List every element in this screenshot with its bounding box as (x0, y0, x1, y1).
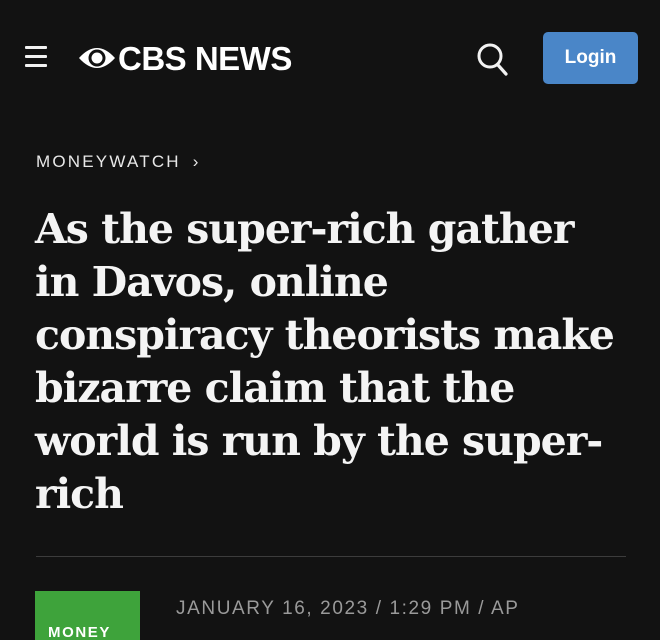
money-tag-label: MONEY (48, 624, 112, 640)
chevron-right-icon: › (192, 152, 199, 171)
logo-text: CBS NEWS (118, 39, 292, 77)
article-byline: JANUARY 16, 2023 / 1:29 PM / AP (176, 598, 520, 619)
hamburger-menu-icon[interactable] (25, 44, 47, 70)
cbs-eye-icon (79, 48, 115, 68)
site-header: CBS NEWS Login (0, 0, 660, 115)
cbs-news-logo[interactable]: CBS NEWS (78, 36, 292, 80)
divider (36, 556, 626, 557)
money-section-tag[interactable]: MONEY (35, 591, 140, 640)
search-icon[interactable] (474, 40, 510, 78)
breadcrumb-label: MONEYWATCH (36, 152, 181, 171)
article-headline: As the super-rich gather in Davos, onlin… (35, 205, 615, 518)
login-button[interactable]: Login (543, 32, 638, 84)
breadcrumb-moneywatch[interactable]: MONEYWATCH › (36, 152, 198, 172)
